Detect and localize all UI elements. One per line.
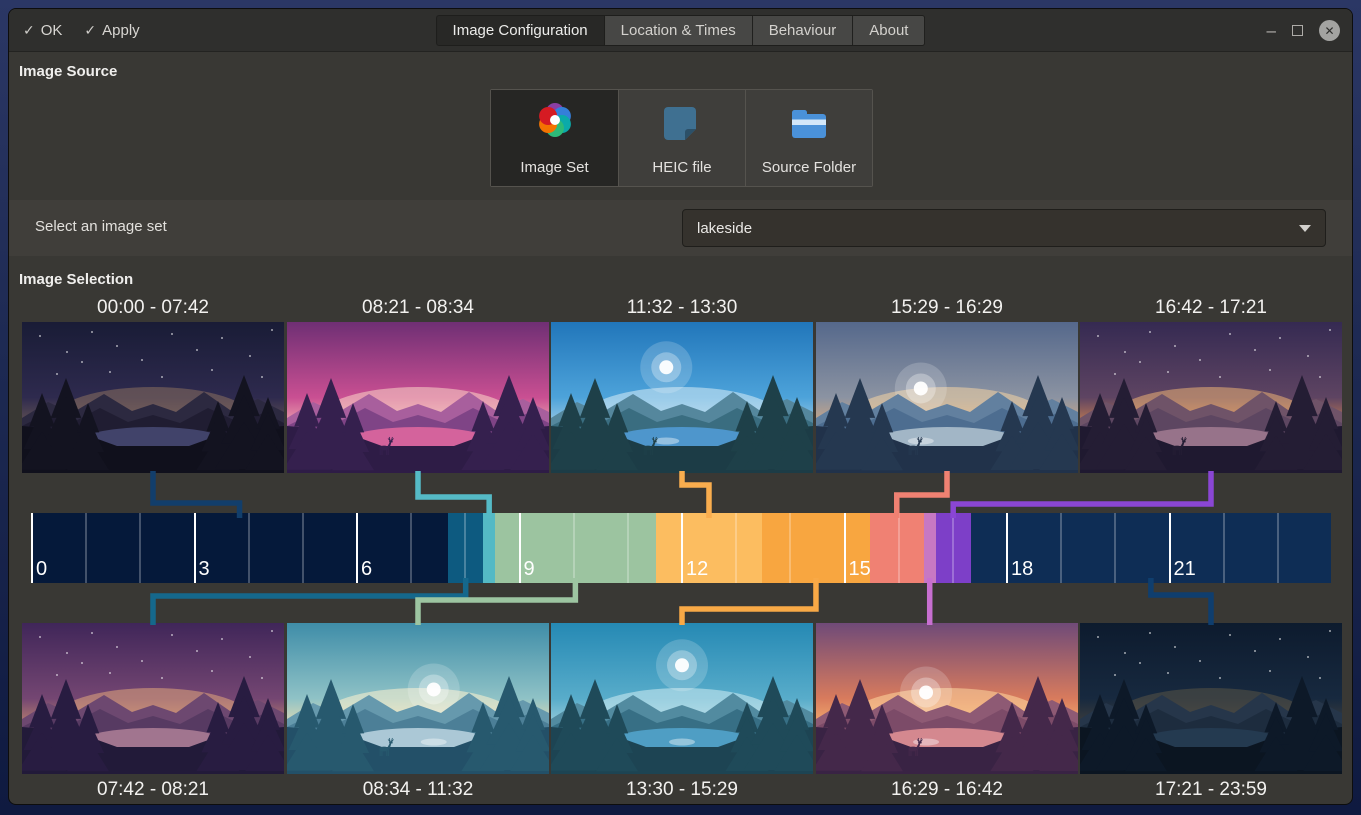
hour-tick-label: 0 [36, 558, 47, 581]
time-range-label: 07:42 - 08:21 [22, 779, 284, 801]
timeline-bar: 0 3 6 9 12 15 18 21 [31, 513, 1331, 583]
timeline-segment [656, 513, 763, 583]
time-range-label: 17:21 - 23:59 [1080, 779, 1342, 801]
hour-tick [139, 513, 141, 583]
segment-connector [682, 578, 816, 625]
wallpaper-thumbnail[interactable] [551, 623, 813, 774]
hour-tick-label: 12 [686, 558, 708, 581]
time-range-label: 11:32 - 13:30 [551, 297, 813, 319]
wallpaper-thumbnail[interactable] [551, 322, 813, 473]
segment-connector [418, 578, 575, 625]
time-range-label: 08:21 - 08:34 [287, 297, 549, 319]
wallpaper-thumbnail[interactable] [22, 322, 284, 473]
hour-tick-label: 18 [1011, 558, 1033, 581]
hour-tick [1060, 513, 1062, 583]
time-range-label: 08:34 - 11:32 [287, 779, 549, 801]
hour-tick [1277, 513, 1279, 583]
hour-tick-major [1169, 513, 1171, 583]
hour-tick [952, 513, 954, 583]
top-connectors [9, 473, 1353, 513]
hour-tick [789, 513, 791, 583]
hour-tick [302, 513, 304, 583]
wallpaper-thumbnail[interactable] [816, 322, 1078, 473]
hour-tick-major [519, 513, 521, 583]
hour-tick-label: 21 [1174, 558, 1196, 581]
hour-tick [898, 513, 900, 583]
segment-connector [682, 471, 709, 518]
hour-tick-label: 9 [524, 558, 535, 581]
wallpaper-thumbnail[interactable] [816, 623, 1078, 774]
hour-tick [464, 513, 466, 583]
segment-connector [897, 471, 947, 518]
hour-tick [410, 513, 412, 583]
hour-tick-major [31, 513, 33, 583]
hour-tick [85, 513, 87, 583]
hour-tick-major [1006, 513, 1008, 583]
segment-connector [1151, 578, 1211, 625]
time-range-label: 13:30 - 15:29 [551, 779, 813, 801]
timeline-segment [483, 513, 495, 583]
hour-tick-major [844, 513, 846, 583]
hour-tick-major [356, 513, 358, 583]
hour-tick [1114, 513, 1116, 583]
wallpaper-thumbnail[interactable] [1080, 322, 1342, 473]
bottom-connectors [9, 583, 1353, 623]
wallpaper-thumbnail[interactable] [287, 623, 549, 774]
hour-tick-label: 6 [361, 558, 372, 581]
time-range-label: 16:29 - 16:42 [816, 779, 1078, 801]
hour-tick [627, 513, 629, 583]
image-selection-area: 036912151821 00:00 - 07:4207:42 - 08:210… [9, 9, 1352, 804]
hour-tick [573, 513, 575, 583]
segment-connector [153, 471, 240, 518]
hour-tick [248, 513, 250, 583]
hour-tick [735, 513, 737, 583]
app-window: ✓ OK ✓ Apply Image Configuration Locatio… [8, 8, 1353, 805]
hour-tick-label: 3 [199, 558, 210, 581]
time-range-label: 00:00 - 07:42 [22, 297, 284, 319]
wallpaper-thumbnail[interactable] [22, 623, 284, 774]
timeline-segment [31, 513, 448, 583]
hour-tick-label: 15 [849, 558, 871, 581]
wallpaper-thumbnail[interactable] [287, 322, 549, 473]
segment-connector [953, 471, 1211, 518]
segment-connector [418, 471, 489, 518]
wallpaper-thumbnail[interactable] [1080, 623, 1342, 774]
time-range-label: 15:29 - 16:29 [816, 297, 1078, 319]
hour-tick-major [194, 513, 196, 583]
hour-tick [1223, 513, 1225, 583]
time-range-label: 16:42 - 17:21 [1080, 297, 1342, 319]
timeline-segment [924, 513, 936, 583]
hour-tick-major [681, 513, 683, 583]
